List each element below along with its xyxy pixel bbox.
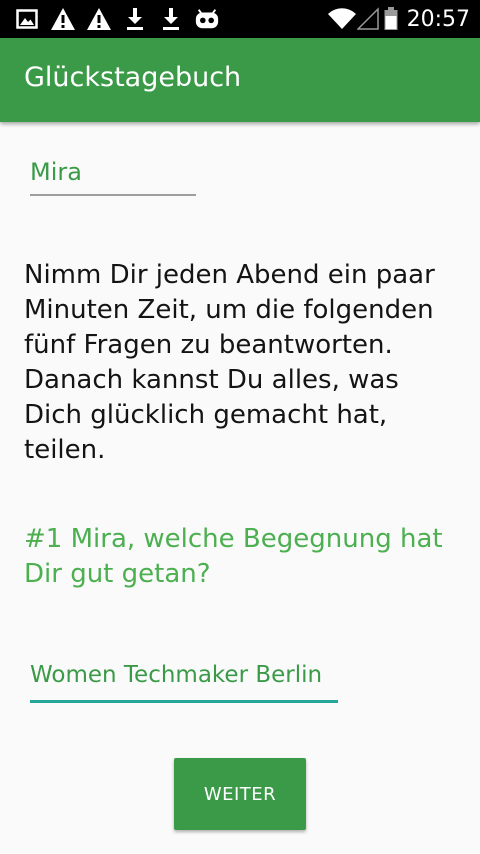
notification-icons [14,6,230,32]
app-bar: Glückstagebuch [0,38,480,122]
download-icon [122,6,148,32]
name-input[interactable]: Mira [30,152,196,196]
battery-icon [383,6,399,32]
image-icon [14,6,40,32]
question-label: #1 Mira, welche Begegnung hat Dir gut ge… [24,524,443,589]
intro-text: Nimm Dir jeden Abend ein paar Minuten Ze… [24,260,435,465]
clock: 20:57 [406,6,470,32]
answer-input-value: Women Techmaker Berlin [30,662,323,688]
android-robot-icon [194,6,220,32]
app-title: Glückstagebuch [24,62,242,93]
next-button[interactable]: WEITER [174,758,306,830]
warning-icon [50,6,76,32]
system-icons: 20:57 [327,6,470,32]
signal-icon [356,6,379,32]
warning-icon [86,6,112,32]
status-bar: 20:57 [0,0,480,38]
answer-input[interactable]: Women Techmaker Berlin [30,656,338,703]
name-input-value: Mira [30,158,82,186]
download-icon [158,6,184,32]
wifi-icon [327,6,357,32]
